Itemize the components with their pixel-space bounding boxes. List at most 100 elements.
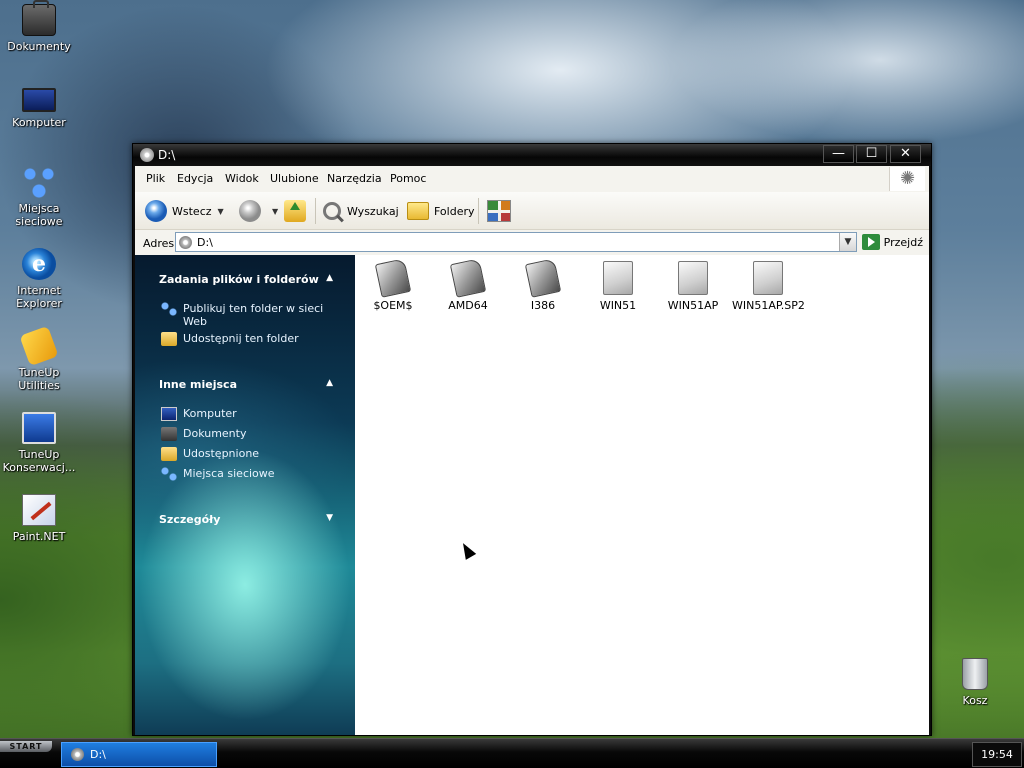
desktop-icon-label: Dokumenty [7, 40, 71, 53]
file-item[interactable]: AMD64 [432, 258, 504, 312]
file-item[interactable]: WIN51 [582, 261, 654, 312]
menu-narzedzia[interactable]: Narzędzia [327, 172, 382, 185]
hidden-folder-icon [449, 258, 487, 298]
shared-icon [161, 447, 177, 461]
task-pane: Zadania plików i folderów ▲ Publikuj ten… [135, 255, 355, 735]
menu-bar: Plik Edycja Widok Ulubione Narzędzia Pom… [135, 166, 929, 192]
desktop-icon-kosz[interactable]: Kosz [936, 658, 1014, 707]
menu-edycja[interactable]: Edycja [177, 172, 213, 185]
forward-button[interactable]: ▼ [239, 197, 278, 225]
activity-throbber-icon: ✺ [889, 167, 925, 191]
place-dokumenty[interactable]: Dokumenty [183, 427, 343, 440]
desktop-icon-label: Miejsca sieciowe [15, 202, 63, 228]
taskbar-task-explorer[interactable]: D:\ [61, 742, 217, 767]
cd-drive-icon [140, 148, 154, 162]
expand-chevron-icon[interactable]: ▼ [326, 513, 333, 523]
task-label: D:\ [90, 748, 106, 761]
desktop-icon-tuneup-konserwacja[interactable]: TuneUp Konserwacj... [0, 412, 78, 474]
menu-pomoc[interactable]: Pomoc [390, 172, 426, 185]
file-item[interactable]: WIN51AP [657, 261, 729, 312]
file-name: $OEM$ [373, 299, 413, 312]
search-label: Wyszukaj [347, 204, 399, 218]
toolbar-separator [478, 198, 479, 224]
search-button[interactable]: Wyszukaj [323, 197, 399, 225]
file-icon [603, 261, 633, 295]
hidden-folder-icon [374, 258, 412, 298]
file-icon [753, 261, 783, 295]
cd-drive-icon [179, 236, 192, 249]
folders-button[interactable]: Foldery [407, 197, 475, 225]
computer-icon [161, 407, 177, 421]
window-title: D:\ [158, 148, 176, 162]
chevron-down-icon[interactable]: ▼ [839, 233, 856, 251]
desktop-icon-komputer[interactable]: Komputer [0, 84, 78, 129]
tuneup-icon [19, 325, 59, 367]
file-list[interactable]: $OEM$ AMD64 I386 WIN51 WIN51AP WIN51AP.S… [355, 255, 929, 735]
go-arrow-icon [861, 234, 880, 250]
menu-plik[interactable]: Plik [146, 172, 165, 185]
collapse-chevron-icon[interactable]: ▲ [326, 273, 333, 283]
menu-ulubione[interactable]: Ulubione [270, 172, 319, 185]
desktop-icon-label: Paint.NET [12, 530, 66, 543]
back-arrow-icon [145, 200, 167, 222]
close-button[interactable]: ✕ [890, 145, 921, 163]
place-komputer[interactable]: Komputer [183, 407, 343, 420]
folders-label: Foldery [434, 204, 475, 218]
go-button[interactable]: Przejdź [861, 234, 923, 250]
start-button[interactable]: START [0, 741, 52, 752]
title-bar[interactable]: D:\ — ☐ ✕ [133, 144, 931, 166]
file-name: WIN51AP [667, 299, 719, 312]
desktop-icon-internet-explorer[interactable]: e Internet Explorer [0, 248, 78, 310]
desktop-icon-tuneup-utilities[interactable]: TuneUp Utilities [0, 325, 78, 392]
task-share-folder[interactable]: Udostępnij ten folder [183, 332, 343, 345]
chevron-down-icon[interactable]: ▼ [218, 207, 224, 216]
file-name: I386 [530, 299, 556, 312]
back-button[interactable]: Wstecz ▼ [145, 197, 224, 225]
task-publish-web[interactable]: Publikuj ten folder w sieci Web [183, 302, 343, 328]
file-item[interactable]: WIN51AP.SP2 [732, 261, 805, 312]
desktop-icon-paint-net[interactable]: Paint.NET [0, 494, 78, 543]
address-input[interactable]: D:\ ▼ [175, 232, 857, 252]
toolbar-separator [315, 198, 316, 224]
desktop-icon-label: Kosz [962, 694, 988, 707]
address-value: D:\ [197, 236, 213, 249]
system-clock[interactable]: 19:54 [972, 742, 1022, 767]
menu-widok[interactable]: Widok [225, 172, 259, 185]
place-miejsca-sieciowe[interactable]: Miejsca sieciowe [183, 467, 343, 480]
explorer-window[interactable]: D:\ — ☐ ✕ Plik Edycja Widok Ulubione Nar… [132, 143, 932, 736]
chevron-down-icon[interactable]: ▼ [272, 207, 278, 216]
share-folder-icon [161, 332, 177, 346]
documents-icon [161, 427, 177, 441]
desktop-icon-label: Komputer [12, 116, 66, 129]
publish-web-icon [161, 302, 177, 316]
taskbar: START D:\ 19:54 [0, 738, 1024, 768]
file-item[interactable]: I386 [507, 258, 579, 312]
hidden-folder-icon [524, 258, 562, 298]
file-name: WIN51AP.SP2 [732, 299, 805, 312]
go-label: Przejdź [883, 235, 923, 249]
desktop-icon-label: TuneUp Konserwacj... [2, 448, 76, 474]
details-heading[interactable]: Szczegóły [159, 513, 220, 526]
file-tasks-heading[interactable]: Zadania plików i folderów [159, 273, 319, 286]
collapse-chevron-icon[interactable]: ▲ [326, 378, 333, 388]
ie-icon: e [22, 248, 56, 280]
cd-drive-icon [71, 748, 84, 761]
network-icon [22, 166, 56, 198]
views-button[interactable] [487, 197, 511, 225]
address-bar: Adres D:\ ▼ Przejdź [135, 230, 929, 255]
paint-icon [22, 494, 56, 526]
back-label: Wstecz [172, 204, 212, 218]
toolbar: Wstecz ▼ ▼ Wyszukaj Foldery [135, 192, 929, 230]
up-folder-button[interactable] [284, 197, 306, 225]
file-item[interactable]: $OEM$ [357, 258, 429, 312]
desktop-icon-miejsca-sieciowe[interactable]: Miejsca sieciowe [0, 166, 78, 228]
briefcase-icon [22, 0, 56, 36]
other-places-heading[interactable]: Inne miejsca [159, 378, 237, 391]
place-udostepnione[interactable]: Udostępnione [183, 447, 343, 460]
desktop-icon-dokumenty[interactable]: Dokumenty [0, 0, 78, 53]
forward-arrow-icon [239, 200, 261, 222]
maximize-button[interactable]: ☐ [856, 145, 887, 163]
recycle-bin-icon [962, 658, 988, 690]
desktop-icon-label: Internet Explorer [16, 284, 62, 310]
minimize-button[interactable]: — [823, 145, 854, 163]
